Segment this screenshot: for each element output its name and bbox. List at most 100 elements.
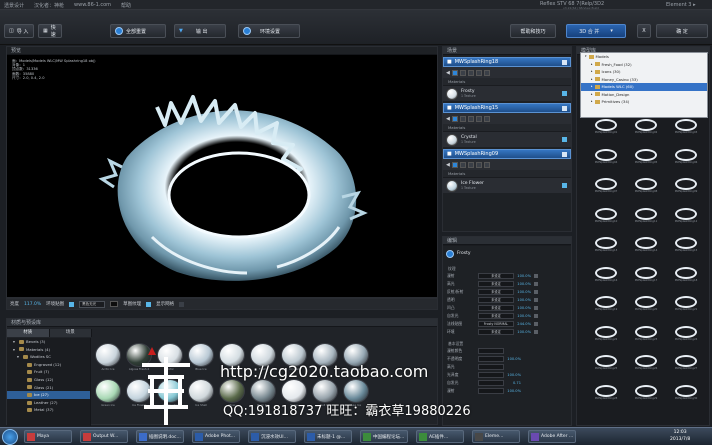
tool-button[interactable] — [451, 115, 458, 122]
edit-button[interactable] — [534, 274, 538, 278]
model-thumbnail[interactable]: MWSplashRing27 — [671, 355, 701, 377]
expand-arrow-icon[interactable]: ▾ — [17, 353, 21, 361]
property-value[interactable]: 0.71 — [507, 381, 521, 385]
taskbar-item[interactable]: Output W... — [80, 430, 128, 443]
property-value[interactable]: 100.0% — [507, 373, 521, 377]
dropdown-item[interactable]: ▾ Models — [581, 53, 707, 61]
model-thumbnail[interactable]: MWSplashRing17 — [631, 266, 661, 289]
tool-button[interactable] — [467, 161, 474, 168]
model-thumbnail[interactable]: MWSplashRing12 — [671, 207, 701, 230]
model-thumbnail[interactable]: MWSplashRing20 — [631, 296, 661, 318]
object-header[interactable]: ■ MWSplashRing09 — [443, 149, 571, 159]
tab-scenes[interactable]: 场景 — [49, 329, 92, 337]
speaker-icon[interactable]: ◀ — [446, 116, 450, 122]
property-slider[interactable] — [478, 364, 504, 370]
tool-button[interactable] — [475, 69, 482, 76]
model-thumbnail[interactable]: MWSplashRing28 — [591, 384, 621, 407]
model-thumbnail[interactable]: MWSplashRing10 — [591, 207, 621, 230]
speaker-icon[interactable]: ◀ — [446, 162, 450, 168]
help-button[interactable]: 帮助和技巧 — [510, 24, 556, 38]
model-thumbnail[interactable]: MWSplashRing23 — [631, 325, 661, 348]
material-thumbnail[interactable]: Green Ice — [95, 379, 121, 411]
texture-slot[interactable]: 未设定 — [478, 313, 514, 319]
material-checkbox[interactable] — [562, 137, 567, 142]
tool-button[interactable] — [451, 161, 458, 168]
tree-item[interactable]: Ice (27) — [7, 391, 90, 399]
tool-button[interactable] — [483, 115, 490, 122]
menu-item[interactable]: 透景设计 — [4, 2, 24, 9]
property-slider[interactable] — [478, 372, 504, 378]
visibility-checkbox[interactable] — [562, 105, 567, 111]
property-percent[interactable]: 100.0% — [517, 274, 531, 278]
scene-object[interactable]: ■ MWSplashRing18 ◀ Materials Frosty 1 Texture — [443, 57, 571, 101]
property-slider[interactable] — [478, 348, 504, 354]
taskbar-item[interactable]: 未标题-1 @... — [304, 430, 352, 443]
property-percent[interactable]: 100.0% — [517, 282, 531, 286]
texture-slot[interactable]: Frosty NORMAL — [478, 321, 514, 327]
env-map-toggle[interactable] — [69, 301, 75, 307]
property-percent[interactable]: 100.0% — [517, 306, 531, 310]
tree-item[interactable]: ▾ Materials (4) — [7, 346, 90, 354]
tool-button[interactable] — [483, 161, 490, 168]
material-thumbnail[interactable]: Arctic Ice — [95, 343, 121, 375]
reset-all-button[interactable]: 全部重置 — [110, 24, 166, 38]
speaker-icon[interactable]: ◀ — [446, 70, 450, 76]
tool-button[interactable] — [459, 161, 466, 168]
material-checkbox[interactable] — [562, 91, 567, 96]
visibility-checkbox[interactable] — [562, 59, 567, 65]
material-row[interactable]: Frosty 1 Texture — [443, 85, 571, 101]
scene-object[interactable]: ■ MWSplashRing09 ◀ Materials Ice Flower 1 Tex… — [443, 149, 571, 193]
dropdown-item[interactable]: ▸ Fresh_Food (32) — [581, 61, 707, 69]
env-settings-button[interactable]: 环境设置 — [238, 24, 300, 38]
property-value[interactable]: 100.0% — [507, 389, 521, 393]
property-percent[interactable]: 100.0% — [517, 290, 531, 294]
taskbar-item[interactable]: Adobe Phot... — [192, 430, 240, 443]
model-thumbnail[interactable]: MWSplashRing22 — [591, 325, 621, 348]
property-slider[interactable] — [478, 380, 504, 386]
scene-object[interactable]: ■ MWSplashRing15 ◀ Materials Crystal 1 Textur… — [443, 103, 571, 147]
model-thumbnail[interactable]: MWSplashRing14 — [631, 237, 661, 259]
property-percent[interactable]: 100.0% — [517, 314, 531, 318]
model-thumbnail[interactable]: MWSplashRing18 — [671, 266, 701, 289]
tool-button[interactable] — [467, 69, 474, 76]
edit-button[interactable] — [534, 314, 538, 318]
taskbar-item[interactable]: Eleme... — [472, 430, 520, 443]
model-thumbnail[interactable]: MWSplashRing07 — [591, 178, 621, 200]
model-thumbnail[interactable]: MWSplashRing30 — [671, 384, 701, 407]
property-value[interactable]: 100.0% — [507, 357, 521, 361]
edit-button[interactable] — [534, 330, 538, 334]
export-button[interactable]: ▼ 输 出 — [174, 24, 226, 38]
edit-button[interactable] — [534, 298, 538, 302]
start-button[interactable] — [2, 429, 18, 445]
quick-button[interactable]: ▦ 快速 — [38, 24, 62, 38]
taskbar-item[interactable]: AE插件... — [416, 430, 464, 443]
texture-slot[interactable]: 未设定 — [478, 329, 514, 335]
model-thumbnail[interactable]: MWSplashRing16 — [591, 266, 621, 289]
tree-item[interactable]: ▾ Bevels (3) — [7, 338, 90, 346]
expand-arrow-icon[interactable]: ▾ — [13, 338, 17, 346]
taskbar-item[interactable]: Maya — [24, 430, 72, 443]
model-thumbnail[interactable]: MWSplashRing06 — [671, 148, 701, 171]
import-button[interactable]: ◫ 导 入 — [4, 24, 34, 38]
env-map-select[interactable]: 黑色无光 — [79, 300, 106, 308]
category-dropdown[interactable]: ▾ Models ▸ Fresh_Food (32) ▸ Icons (30) ▸ Money… — [580, 52, 708, 118]
tree-item[interactable]: Glass (21) — [7, 384, 90, 392]
combine-3d-button[interactable]: 3D 合 并 ▾ — [566, 24, 626, 38]
texture-slot[interactable]: 未设定 — [478, 305, 514, 311]
edit-button[interactable] — [534, 306, 538, 310]
texture-slot[interactable]: 未设定 — [478, 289, 514, 295]
model-thumbnail[interactable]: MWSplashRing13 — [591, 237, 621, 259]
edit-button[interactable] — [534, 322, 538, 326]
property-slider[interactable] — [478, 356, 504, 362]
tool-button[interactable] — [483, 69, 490, 76]
material-checkbox[interactable] — [562, 183, 567, 188]
tool-button[interactable] — [459, 69, 466, 76]
show-grid-checkbox[interactable] — [179, 301, 185, 307]
tree-item[interactable]: ▾ Wodiles SC — [7, 353, 90, 361]
draft-texture-checkbox[interactable] — [146, 301, 152, 307]
menu-item[interactable]: 帮助 — [121, 2, 131, 9]
dropdown-item[interactable]: ▸ Primitives (34) — [581, 98, 707, 106]
current-material[interactable]: Frosty — [443, 245, 571, 261]
edit-button[interactable] — [534, 290, 538, 294]
property-percent[interactable]: 244.0% — [517, 322, 531, 326]
